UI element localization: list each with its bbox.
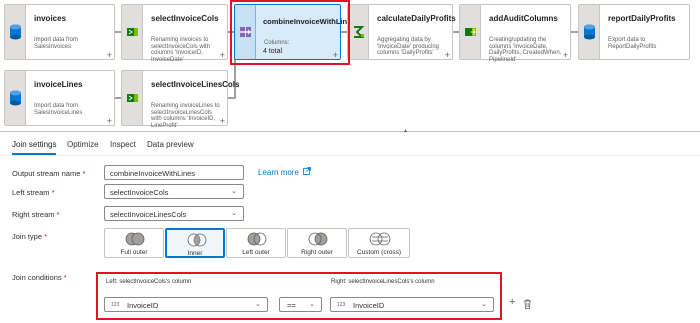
node-select-invoice-lines-cols[interactable]: selectInvoiceLinesCols Renaming invoiceL… <box>121 70 239 129</box>
right-outer-join-icon <box>308 232 328 246</box>
label-text: Join type <box>12 232 43 241</box>
left-stream-select[interactable]: selectInvoiceCols ⌄ <box>104 184 244 199</box>
select-icon <box>127 94 138 102</box>
join-type-inner[interactable]: Inner <box>165 228 225 258</box>
highlight-box <box>230 0 350 65</box>
node-strip <box>122 71 143 125</box>
active-tab-underline <box>12 153 57 155</box>
source-icon <box>10 90 21 106</box>
node-title: invoices <box>34 14 67 23</box>
full-outer-join-icon <box>125 232 145 246</box>
left-stream-label: Left stream * <box>12 188 55 197</box>
join-type-label-text: Inner <box>187 250 203 257</box>
connector <box>571 31 578 33</box>
required-mark: * <box>63 273 67 282</box>
delete-icon[interactable] <box>523 299 532 309</box>
sink-icon <box>584 24 595 40</box>
label-text: Right stream <box>12 210 55 219</box>
add-transform-button[interactable]: + <box>445 50 450 60</box>
node-description: Import data from SalesInvoiceLines <box>34 103 83 116</box>
label-text: Join conditions <box>12 273 62 282</box>
node-title: invoiceLines <box>34 80 83 89</box>
join-conditions-label: Join conditions * <box>12 273 67 282</box>
add-transform-button[interactable]: + <box>220 50 225 60</box>
join-type-right-outer[interactable]: Right outer <box>287 228 347 258</box>
input-value: combineInvoiceWithLines <box>110 169 196 178</box>
add-transform-button[interactable]: + <box>220 116 225 126</box>
node-title: selectInvoiceLinesCols <box>151 80 240 89</box>
node-description: Creating/updating the columns 'InvoiceDa… <box>489 37 562 63</box>
required-mark: * <box>56 210 60 219</box>
select-icon <box>127 28 138 36</box>
required-mark: * <box>51 188 55 197</box>
left-outer-join-icon <box>247 232 267 246</box>
tab-join-settings[interactable]: Join settings <box>12 140 57 155</box>
splitter-line <box>0 131 700 132</box>
join-type-label: Join type * <box>12 232 47 241</box>
join-type-label-text: Custom (cross) <box>356 249 402 256</box>
link-text: Learn more <box>258 168 299 177</box>
join-type-custom-cross[interactable]: Custom (cross) <box>348 228 410 258</box>
join-type-label-text: Left outer <box>242 249 270 256</box>
tab-label: Join settings <box>12 140 57 149</box>
required-mark: * <box>44 232 48 241</box>
add-transform-button[interactable]: + <box>107 50 112 60</box>
node-title: selectInvoiceCols <box>151 14 219 23</box>
add-transform-button[interactable]: + <box>107 116 112 126</box>
node-strip <box>122 5 143 59</box>
node-description: Renaming invoices to selectInvoiceCols w… <box>151 37 211 63</box>
node-select-invoice-cols[interactable]: selectInvoiceCols Renaming invoices to s… <box>121 4 228 63</box>
node-invoice-lines[interactable]: invoiceLines Import data from SalesInvoi… <box>4 70 115 126</box>
panel-splitter[interactable]: ▴ <box>0 128 700 134</box>
node-report-daily-profits[interactable]: reportDailyProfits Export data to Report… <box>578 4 690 60</box>
join-type-label-text: Right outer <box>301 249 333 256</box>
tab-inspect[interactable]: Inspect <box>110 140 136 149</box>
label-text: Output stream name <box>12 169 81 178</box>
output-stream-label: Output stream name * <box>12 169 85 178</box>
highlight-box <box>96 272 502 320</box>
node-calculate-daily-profits[interactable]: calculateDailyProfits Aggregating data b… <box>347 4 456 60</box>
chevron-down-icon: ⌄ <box>231 188 237 195</box>
node-description: Import data from SalesInvoices <box>34 37 79 50</box>
aggregate-icon <box>354 26 365 38</box>
node-description: Renaming invoiceLines to selectInvoiceLi… <box>151 103 220 129</box>
select-value: selectInvoiceLinesCols <box>110 210 187 219</box>
settings-tabs: Join settings Optimize Inspect Data prev… <box>0 136 700 156</box>
dataflow-canvas[interactable]: invoices Import data from SalesInvoices … <box>0 0 700 129</box>
node-strip <box>5 5 26 59</box>
label-text: Left stream <box>12 188 50 197</box>
external-link-icon <box>303 167 312 175</box>
node-add-audit-columns[interactable]: addAuditColumns Creating/updating the co… <box>459 4 571 63</box>
tab-data-preview[interactable]: Data preview <box>147 140 194 149</box>
right-stream-select[interactable]: selectInvoiceLinesCols ⌄ <box>104 206 244 221</box>
node-title: addAuditColumns <box>489 14 558 23</box>
learn-more-link[interactable]: Learn more <box>258 167 312 177</box>
node-description: Aggregating data by 'InvoiceDate' produc… <box>377 37 439 56</box>
right-stream-label: Right stream * <box>12 210 60 219</box>
node-strip <box>460 5 481 59</box>
cross-join-icon <box>369 232 391 246</box>
node-strip <box>579 5 600 59</box>
node-invoices[interactable]: invoices Import data from SalesInvoices … <box>4 4 115 60</box>
required-mark: * <box>82 169 86 178</box>
splitter-grip-icon[interactable]: ▴ <box>404 128 410 134</box>
node-title: calculateDailyProfits <box>377 14 456 23</box>
join-type-full-outer[interactable]: Full outer <box>104 228 164 258</box>
node-strip <box>348 5 369 59</box>
output-stream-name-input[interactable]: combineInvoiceWithLines <box>104 165 244 180</box>
source-icon <box>10 24 21 40</box>
derived-column-icon <box>465 28 477 36</box>
tab-optimize[interactable]: Optimize <box>67 140 99 149</box>
add-condition-icon[interactable]: + <box>509 296 515 308</box>
select-value: selectInvoiceCols <box>110 188 169 197</box>
add-transform-button[interactable]: + <box>563 50 568 60</box>
join-type-left-outer[interactable]: Left outer <box>226 228 286 258</box>
node-strip <box>5 71 26 125</box>
node-title: reportDailyProfits <box>608 14 676 23</box>
join-type-label-text: Full outer <box>120 249 148 256</box>
node-description: Export data to ReportDailyProfits <box>608 37 657 50</box>
inner-join-icon <box>187 233 207 247</box>
chevron-down-icon: ⌄ <box>231 210 237 217</box>
